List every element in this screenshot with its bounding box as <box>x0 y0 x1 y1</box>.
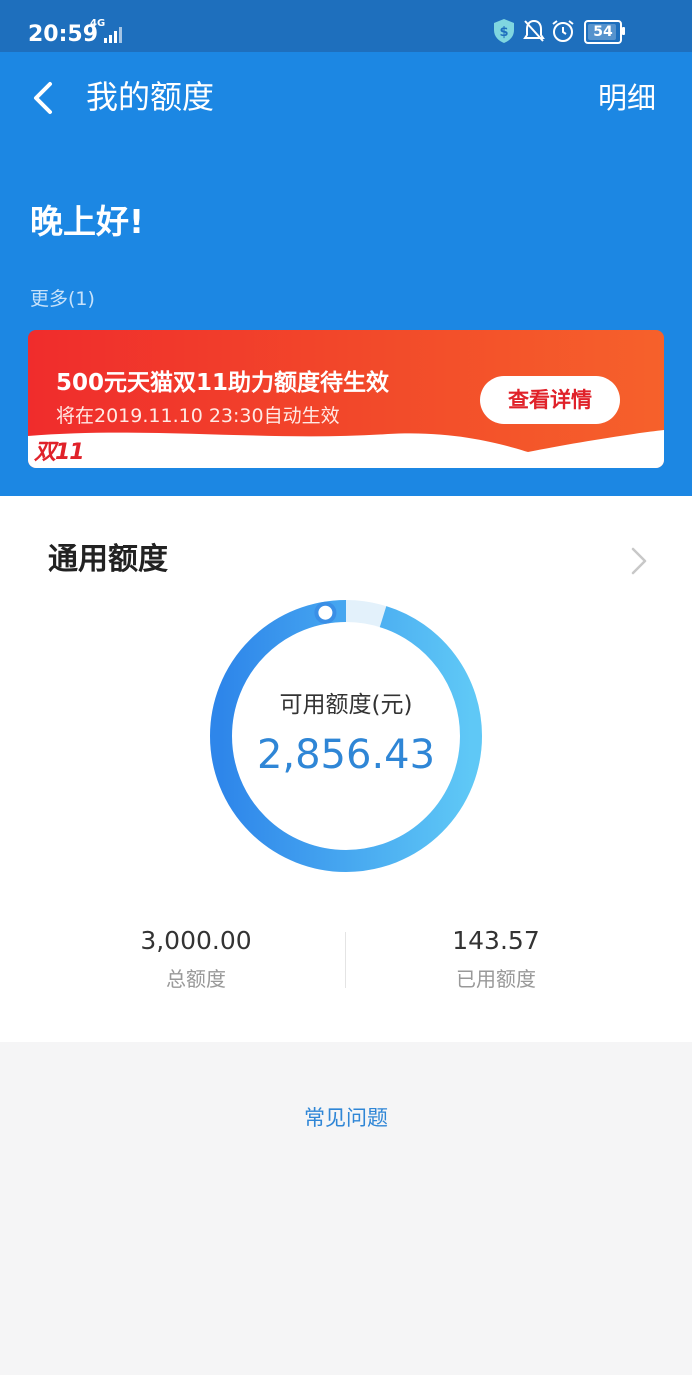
ring-knob <box>314 601 337 624</box>
page-title: 我的额度 <box>86 78 215 116</box>
promo-banner[interactable]: 500元天猫双11助力额度待生效 将在2019.11.10 23:30自动生效 … <box>28 330 664 468</box>
total-value: 3,000.00 <box>140 926 252 955</box>
status-bar: 20:59 4G $ 54 <box>0 0 692 52</box>
bell-off-icon <box>523 19 545 42</box>
shield-icon: $ <box>494 19 514 43</box>
faq-link[interactable]: 常见问题 <box>246 1103 446 1133</box>
svg-text:$: $ <box>499 25 508 40</box>
back-icon[interactable] <box>30 80 56 116</box>
battery-tip <box>622 27 625 35</box>
promo-subtitle: 将在2019.11.10 23:30自动生效 <box>56 405 340 427</box>
more-link[interactable]: 更多(1) <box>30 285 95 313</box>
view-details-button[interactable]: 查看详情 <box>480 376 620 424</box>
section-title: 通用额度 <box>48 542 168 577</box>
banner-wave <box>28 430 664 468</box>
battery-icon: 54 <box>584 20 622 44</box>
status-time: 20:59 <box>28 22 99 47</box>
chevron-right-icon[interactable] <box>630 546 648 576</box>
available-value: 2,856.43 <box>256 732 436 778</box>
greeting: 晚上好! <box>30 202 145 241</box>
signal-icon <box>104 27 122 43</box>
total-label: 总额度 <box>166 967 226 991</box>
used-label: 已用额度 <box>456 967 536 991</box>
alarm-icon <box>552 20 574 42</box>
detail-link[interactable]: 明细 <box>598 78 656 118</box>
available-label: 可用额度(元) <box>279 692 413 718</box>
used-value: 143.57 <box>452 926 540 955</box>
stat-divider <box>345 932 346 988</box>
battery-level: 54 <box>593 24 613 40</box>
double11-logo: 双11 <box>34 440 85 465</box>
promo-title: 500元天猫双11助力额度待生效 <box>56 370 390 396</box>
